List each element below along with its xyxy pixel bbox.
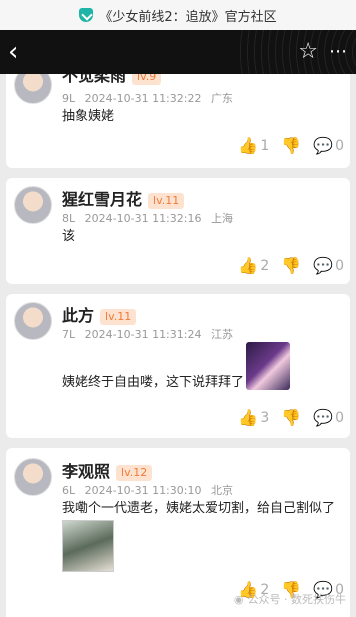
thumbs-up-icon: 👍 [238, 408, 259, 427]
location: 江苏 [210, 328, 233, 341]
thumbs-up-icon: 👍 [238, 256, 259, 275]
comment-meta: 9L 2024-10-31 11:32:22 广东 [62, 90, 239, 106]
comment-author[interactable]: 此方 lv.11 [62, 302, 137, 326]
thumbs-up-icon: 👍 [238, 136, 259, 155]
comment-actions: 👍 1 👎 💬 0 [230, 136, 344, 155]
community-title: 《少女前线2：追放》官方社区 [99, 9, 277, 25]
header-bar: ‹ ☆ ⋯ [0, 30, 356, 74]
comment-meta: 7L 2024-10-31 11:31:24 江苏 [62, 326, 239, 342]
comment-image[interactable] [62, 520, 114, 572]
comment-text: 抽象姨姥 [62, 109, 115, 124]
comment-author[interactable]: 李观照 lv.12 [62, 458, 153, 482]
star-icon[interactable]: ☆ [298, 39, 318, 65]
location: 广东 [210, 92, 233, 105]
comment-card: 不觉柔雨 lv.9 9L 2024-10-31 11:32:22 广东 抽象姨姥 … [6, 74, 350, 168]
level-badge: lv.11 [100, 308, 137, 325]
floor-number: 7L [62, 328, 76, 341]
location: 上海 [210, 212, 233, 225]
comment-text: 我嘞个一代遗老，姨姥太爱切割，给自己割似了 [62, 501, 336, 516]
comment-actions: 👍 3 👎 💬 0 [230, 408, 344, 427]
wechat-icon: ◉ [233, 592, 244, 606]
dislike-button[interactable]: 👎 [281, 408, 301, 427]
comment-icon: 💬 [313, 408, 334, 427]
comment-author[interactable]: 不觉柔雨 lv.9 [62, 74, 162, 86]
comment-icon: 💬 [313, 136, 334, 155]
location: 北京 [210, 484, 233, 497]
level-badge: lv.11 [148, 192, 185, 209]
timestamp: 2024-10-31 11:30:10 [84, 484, 202, 497]
chevron-left-icon[interactable]: ‹ [8, 39, 28, 65]
dislike-button[interactable]: 👎 [281, 136, 301, 155]
thumbs-down-icon: 👎 [281, 136, 302, 155]
thumbs-down-icon: 👎 [281, 408, 302, 427]
avatar[interactable] [14, 186, 52, 224]
comment-actions: 👍 2 👎 💬 0 [230, 256, 344, 275]
avatar[interactable] [14, 302, 52, 340]
comment-meta: 8L 2024-10-31 11:32:16 上海 [62, 210, 239, 226]
comment-card: 此方 lv.11 7L 2024-10-31 11:31:24 江苏 姨姥终于自由… [6, 294, 350, 438]
thumbs-down-icon: 👎 [281, 256, 302, 275]
like-button[interactable]: 👍 3 [238, 408, 269, 427]
floor-number: 8L [62, 212, 76, 225]
dislike-button[interactable]: 👎 [281, 256, 301, 275]
ellipsis-icon[interactable]: ⋯ [329, 42, 348, 62]
reply-button[interactable]: 💬 0 [313, 256, 344, 275]
like-button[interactable]: 👍 1 [238, 136, 269, 155]
watermark-text: 公众号 · 数死扶伤牛 [247, 593, 347, 606]
timestamp: 2024-10-31 11:32:16 [84, 212, 202, 225]
comment-icon: 💬 [313, 256, 334, 275]
sticker-image[interactable] [246, 342, 290, 390]
floor-number: 6L [62, 484, 76, 497]
comment-text: 该 [62, 229, 76, 244]
level-badge: lv.12 [116, 464, 153, 481]
timestamp: 2024-10-31 11:31:24 [84, 328, 202, 341]
reply-button[interactable]: 💬 0 [313, 136, 344, 155]
top-notice-bar: 《少女前线2：追放》官方社区 [0, 0, 356, 30]
reply-button[interactable]: 💬 0 [313, 408, 344, 427]
avatar[interactable] [14, 74, 52, 104]
verified-shield-icon [79, 8, 94, 22]
level-badge: lv.9 [132, 74, 162, 85]
comment-list: 不觉柔雨 lv.9 9L 2024-10-31 11:32:22 广东 抽象姨姥 … [0, 74, 356, 617]
like-button[interactable]: 👍 2 [238, 256, 269, 275]
comment-text: 姨姥终于自由喽，这下说拜拜了 [62, 375, 245, 390]
comment-author[interactable]: 猩红雪月花 lv.11 [62, 186, 185, 210]
comment-card: 猩红雪月花 lv.11 8L 2024-10-31 11:32:16 上海 该 👍… [6, 178, 350, 284]
comment-meta: 6L 2024-10-31 11:30:10 北京 [62, 482, 239, 498]
avatar[interactable] [14, 458, 52, 496]
floor-number: 9L [62, 92, 76, 105]
timestamp: 2024-10-31 11:32:22 [84, 92, 202, 105]
watermark: ◉ 公众号 · 数死扶伤牛 [234, 591, 346, 607]
